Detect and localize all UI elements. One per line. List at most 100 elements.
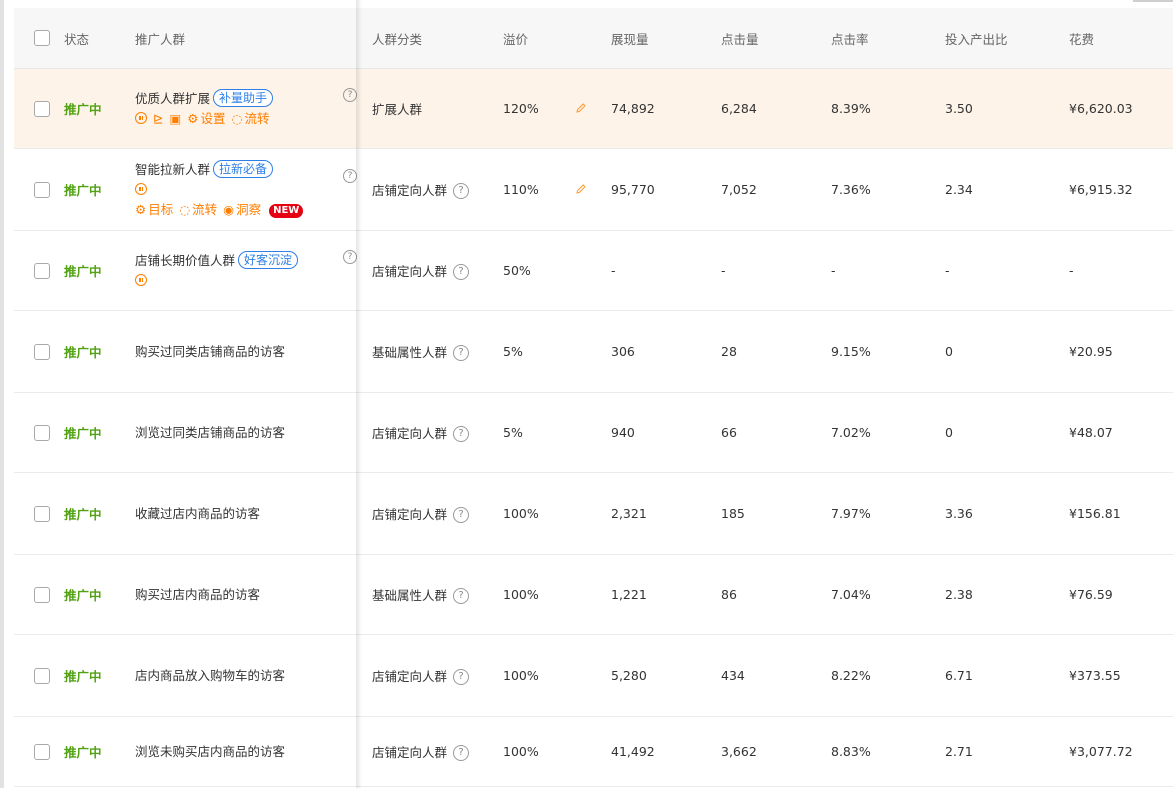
row-checkbox[interactable]	[34, 424, 50, 441]
row-checkbox[interactable]	[34, 667, 50, 684]
row-checkbox[interactable]	[34, 100, 50, 117]
header-select-all[interactable]	[14, 8, 64, 69]
header-category[interactable]: 人群分类	[365, 8, 503, 69]
help-icon[interactable]: ?	[343, 88, 357, 102]
ctr-cell: 7.36%	[831, 148, 945, 231]
row-select-cell[interactable]	[14, 472, 64, 555]
row-checkbox[interactable]	[34, 181, 50, 198]
row-checkbox[interactable]	[34, 262, 50, 279]
category-text: 店铺定向人群	[372, 668, 448, 684]
crowd-tag-badge[interactable]: 拉新必备	[213, 159, 274, 178]
category-help-icon[interactable]: ?	[453, 669, 470, 686]
row-select-cell[interactable]	[14, 310, 64, 393]
flow-link[interactable]: ◌ 流转	[179, 200, 217, 220]
report-icon[interactable]: ▣	[169, 109, 181, 129]
header-status[interactable]: 状态	[64, 8, 130, 69]
category-help-icon[interactable]: ?	[453, 507, 470, 524]
premium-cell: 100%	[503, 554, 575, 635]
table-header-row: 状态 推广人群 人群分类 溢价 展现量 点击量 点击率 投入产出比 花费	[14, 8, 1173, 69]
cost-cell: ¥48.07	[1069, 392, 1173, 473]
target-link[interactable]: ⚙ 目标	[135, 200, 173, 220]
category-text: 基础属性人群	[372, 344, 448, 360]
impressions-cell: 95,770	[611, 148, 721, 231]
ctr-value: 8.39%	[831, 101, 871, 116]
header-ctr[interactable]: 点击率	[831, 8, 945, 69]
header-cost[interactable]: 花费	[1069, 8, 1173, 69]
category-cell: 店铺定向人群?	[365, 230, 503, 311]
row-select-cell[interactable]	[14, 230, 64, 311]
impressions-cell: 2,321	[611, 472, 721, 555]
category-help-icon[interactable]: ?	[453, 264, 470, 281]
settings-link[interactable]: ⚙ 设置	[187, 109, 225, 129]
status-badge: 推广中	[64, 102, 102, 117]
pause-icon[interactable]	[135, 109, 147, 129]
help-icon[interactable]: ?	[343, 169, 357, 183]
crowd-tag-badge[interactable]: 好客沉淀	[238, 250, 299, 269]
row-select-cell[interactable]	[14, 68, 64, 149]
category-help-icon[interactable]: ?	[453, 745, 470, 762]
cost-cell: -	[1069, 230, 1173, 311]
roi-cell: 3.36	[945, 472, 1069, 555]
category-help-icon[interactable]: ?	[453, 183, 470, 200]
header-premium[interactable]: 溢价	[503, 8, 575, 69]
top-right-button-edge	[1133, 0, 1173, 2]
status-badge: 推广中	[64, 507, 102, 522]
select-all-checkbox[interactable]	[34, 30, 50, 47]
clicks-cell: 28	[721, 310, 831, 393]
cost-value: ¥76.59	[1069, 587, 1113, 602]
ctr-value: 7.04%	[831, 587, 871, 602]
flow-icon: ◌	[231, 110, 243, 126]
category-help-icon[interactable]: ?	[453, 345, 470, 362]
category-help-icon[interactable]: ?	[453, 588, 470, 605]
impressions-cell: 5,280	[611, 634, 721, 717]
help-icon[interactable]: ?	[343, 250, 357, 264]
chart-icon[interactable]: ⊵	[153, 109, 163, 129]
row-checkbox[interactable]	[34, 743, 50, 760]
category-cell: 基础属性人群?	[365, 554, 503, 635]
category-cell: 店铺定向人群?	[365, 392, 503, 473]
row-checkbox[interactable]	[34, 586, 50, 603]
flow-icon: ◌	[179, 201, 191, 217]
edit-premium-pencil-icon[interactable]	[575, 183, 587, 198]
row-select-cell[interactable]	[14, 634, 64, 717]
row-checkbox[interactable]	[34, 343, 50, 360]
impressions-cell: 940	[611, 392, 721, 473]
ctr-cell: 8.39%	[831, 68, 945, 149]
crowd-name-cell: 优质人群扩展 补量助手 ⊵ ▣ ⚙ 设置 ◌ 流转?	[130, 68, 365, 149]
row-select-cell[interactable]	[14, 554, 64, 635]
clicks-value: 7,052	[721, 182, 757, 197]
row-checkbox[interactable]	[34, 505, 50, 522]
left-scroll-rail	[0, 0, 4, 788]
category-help-icon[interactable]: ?	[453, 426, 470, 443]
roi-value: -	[945, 263, 950, 278]
premium-value: 5%	[503, 425, 523, 440]
header-crowd[interactable]: 推广人群	[130, 8, 365, 69]
edit-premium-pencil-icon[interactable]	[575, 102, 587, 117]
premium-value: 100%	[503, 506, 539, 521]
pause-icon[interactable]	[135, 271, 147, 291]
table-row: 推广中 店内商品放入购物车的访客 店铺定向人群? 100% 5,280 434 8.22% 6…	[14, 634, 1173, 717]
insight-link[interactable]: ◉ 洞察	[223, 200, 261, 220]
flow-link[interactable]: ◌ 流转	[232, 109, 270, 129]
row-select-cell[interactable]	[14, 716, 64, 787]
crowd-name-cell: 浏览过同类店铺商品的访客	[130, 392, 365, 473]
roi-value: 2.71	[945, 744, 973, 759]
premium-value: 100%	[503, 587, 539, 602]
clicks-value: 185	[721, 506, 745, 521]
row-select-cell[interactable]	[14, 392, 64, 473]
pause-icon[interactable]	[135, 180, 147, 200]
header-impressions[interactable]: 展现量	[611, 8, 721, 69]
crowd-tag-badge[interactable]: 补量助手	[213, 88, 274, 107]
ctr-value: -	[831, 263, 836, 278]
row-select-cell[interactable]	[14, 148, 64, 231]
table-row: 推广中 浏览过同类店铺商品的访客 店铺定向人群? 5% 940 66 7.02% 0 ¥48.0…	[14, 392, 1173, 473]
clicks-value: -	[721, 263, 726, 278]
header-edit-spacer	[575, 8, 611, 69]
roi-cell: 2.38	[945, 554, 1069, 635]
cost-value: -	[1069, 263, 1074, 278]
impressions-value: -	[611, 263, 616, 278]
clicks-cell: 185	[721, 472, 831, 555]
header-clicks[interactable]: 点击量	[721, 8, 831, 69]
header-roi[interactable]: 投入产出比	[945, 8, 1069, 69]
roi-cell: 3.50	[945, 68, 1069, 149]
